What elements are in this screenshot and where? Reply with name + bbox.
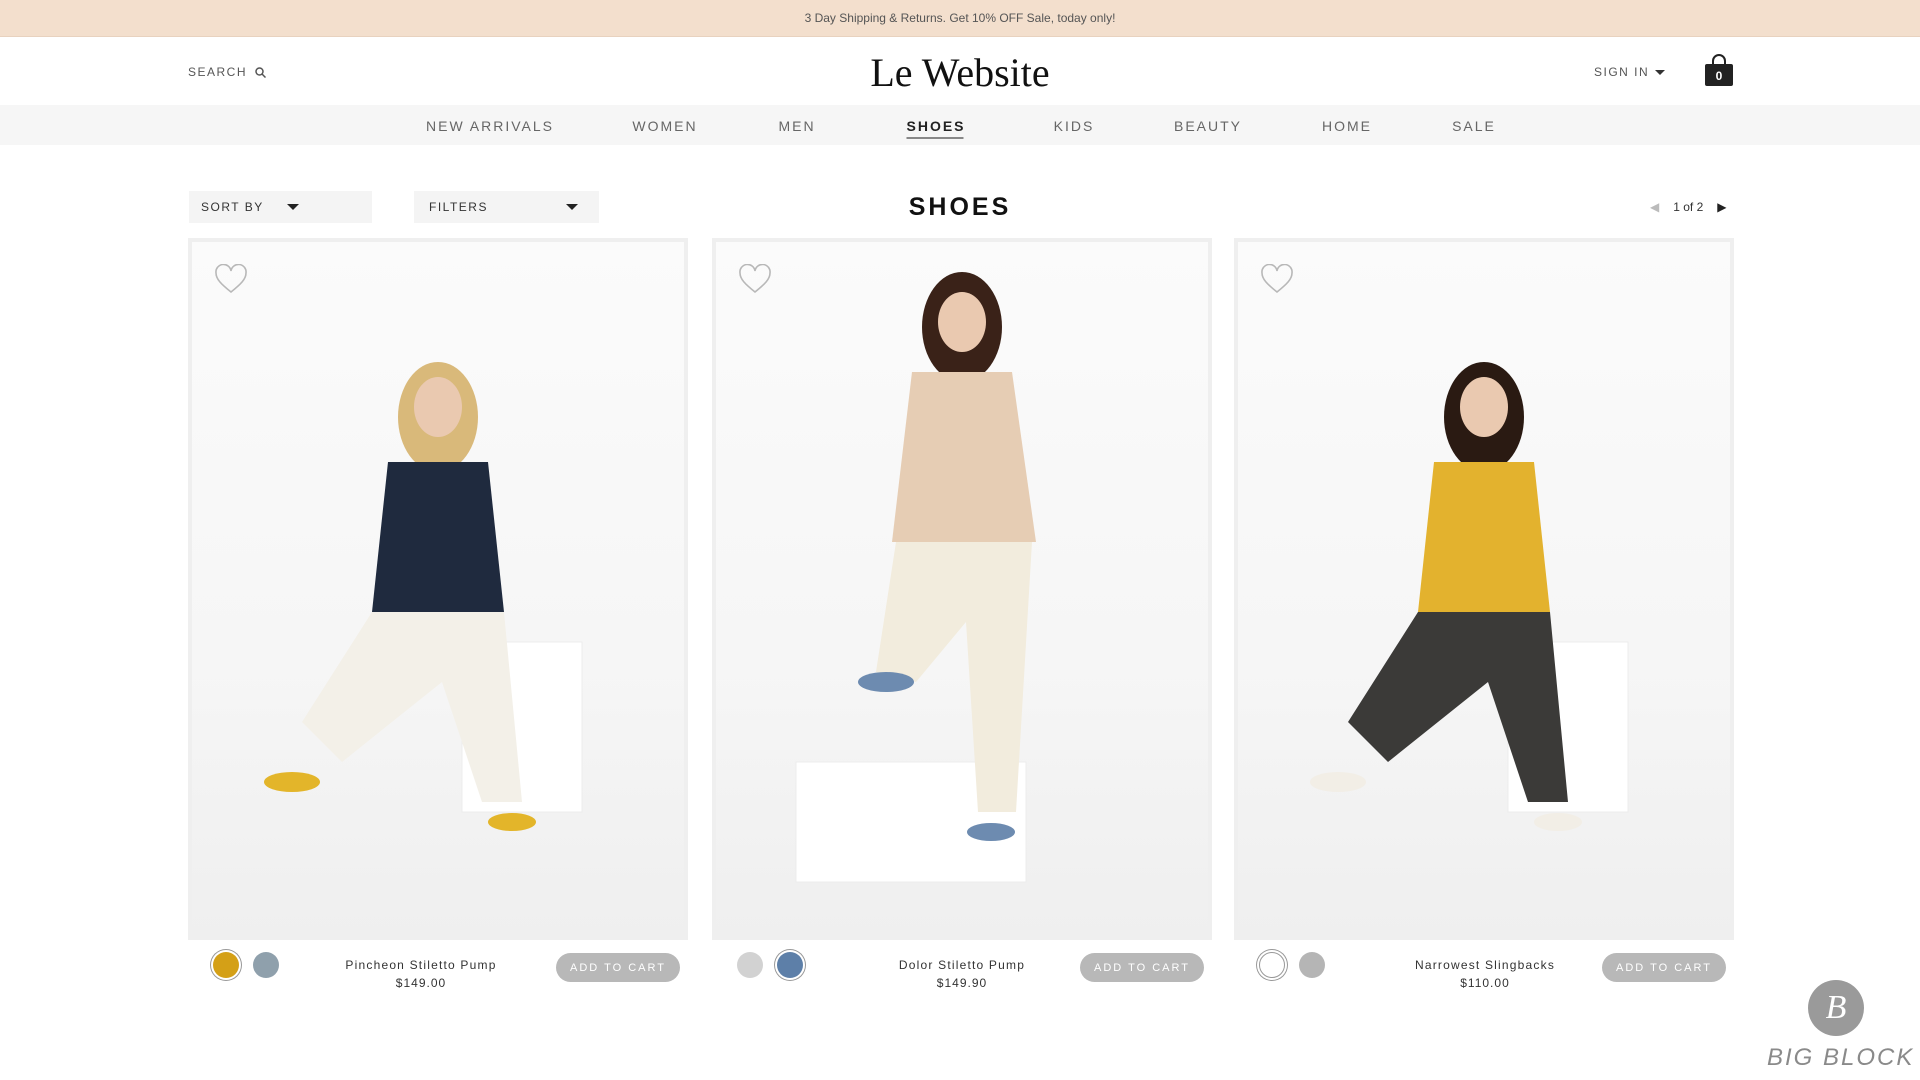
promo-banner: 3 Day Shipping & Returns. Get 10% OFF Sa… [0,0,1920,37]
chevron-left-icon[interactable]: ◀ [1650,200,1659,214]
color-swatch[interactable] [1299,952,1325,978]
product-image[interactable] [716,242,1208,936]
heart-outline-icon[interactable] [214,264,248,294]
nav-item-men[interactable]: MEN [778,118,815,134]
nav-item-kids[interactable]: KIDS [1054,118,1095,134]
model-shoe [488,813,536,831]
color-swatch[interactable] [253,952,279,978]
product-image[interactable] [1238,242,1730,936]
add-to-cart-button[interactable]: ADD TO CART [556,953,680,982]
model-shoe [1310,772,1366,792]
model-shoe [858,672,914,692]
model-face [938,292,986,352]
color-swatch[interactable] [777,952,803,978]
color-swatch[interactable] [1259,952,1285,978]
page-title: SHOES [908,193,1012,221]
model-shoe [264,772,320,792]
product-image-frame[interactable] [712,238,1212,940]
nav-item-new-arrivals[interactable]: NEW ARRIVALS [426,118,554,134]
add-to-cart-button[interactable]: ADD TO CART [1080,953,1204,982]
model-bottoms [1348,612,1568,802]
cart-button[interactable]: 0 [1703,54,1735,88]
pagination: ◀ 1 of 2 ▶ [1650,200,1727,214]
product-price: $149.90 [936,976,988,990]
nav-item-home[interactable]: HOME [1322,118,1372,134]
watermark-logo-letter: B [1825,989,1847,1026]
add-to-cart-button[interactable]: ADD TO CART [1602,953,1726,982]
product-name[interactable]: Pincheon Stiletto Pump [311,958,531,972]
sign-in-button[interactable]: SIGN IN [1594,65,1666,79]
model-shoe [1534,813,1582,831]
product-image-frame[interactable] [188,238,688,940]
chevron-right-icon[interactable]: ▶ [1717,200,1726,214]
site-header: SEARCH Le Website SIGN IN 0 [0,37,1920,105]
model-photo [264,362,583,831]
color-swatch[interactable] [737,952,763,978]
product-price: $149.00 [395,976,447,990]
promo-text: 3 Day Shipping & Returns. Get 10% OFF Sa… [804,11,1116,25]
product-name[interactable]: Dolor Stiletto Pump [852,958,1072,972]
nav-item-beauty[interactable]: BEAUTY [1174,118,1242,134]
nav-item-women[interactable]: WOMEN [632,118,697,134]
model-shoe [967,823,1015,841]
model-top [892,372,1036,542]
watermark-text: BIG BLOCK [1767,1044,1915,1071]
pager-text: 1 of 2 [1673,200,1704,214]
product-price: $110.00 [1460,976,1510,990]
caret-down-icon [1655,69,1666,75]
heart-outline-icon[interactable] [1260,264,1294,294]
model-face [1460,377,1508,437]
model-top [372,462,504,612]
nav-item-shoes[interactable]: SHOES [906,118,965,139]
product-image[interactable] [192,242,684,936]
sign-in-label: SIGN IN [1594,65,1650,79]
product-name[interactable]: Narrowest Slingbacks [1375,958,1595,972]
cart-count: 0 [1715,69,1723,83]
category-nav: NEW ARRIVALS WOMEN MEN SHOES KIDS BEAUTY… [0,105,1920,145]
heart-outline-icon[interactable] [738,264,772,294]
model-photo [1310,362,1629,831]
color-swatch[interactable] [213,952,239,978]
nav-item-sale[interactable]: SALE [1452,118,1496,134]
big-block-logo-icon: B [1808,980,1864,1036]
model-bottoms [302,612,522,802]
model-photo [795,272,1036,883]
model-face [414,377,462,437]
product-image-frame[interactable] [1234,238,1734,940]
model-top [1418,462,1550,612]
